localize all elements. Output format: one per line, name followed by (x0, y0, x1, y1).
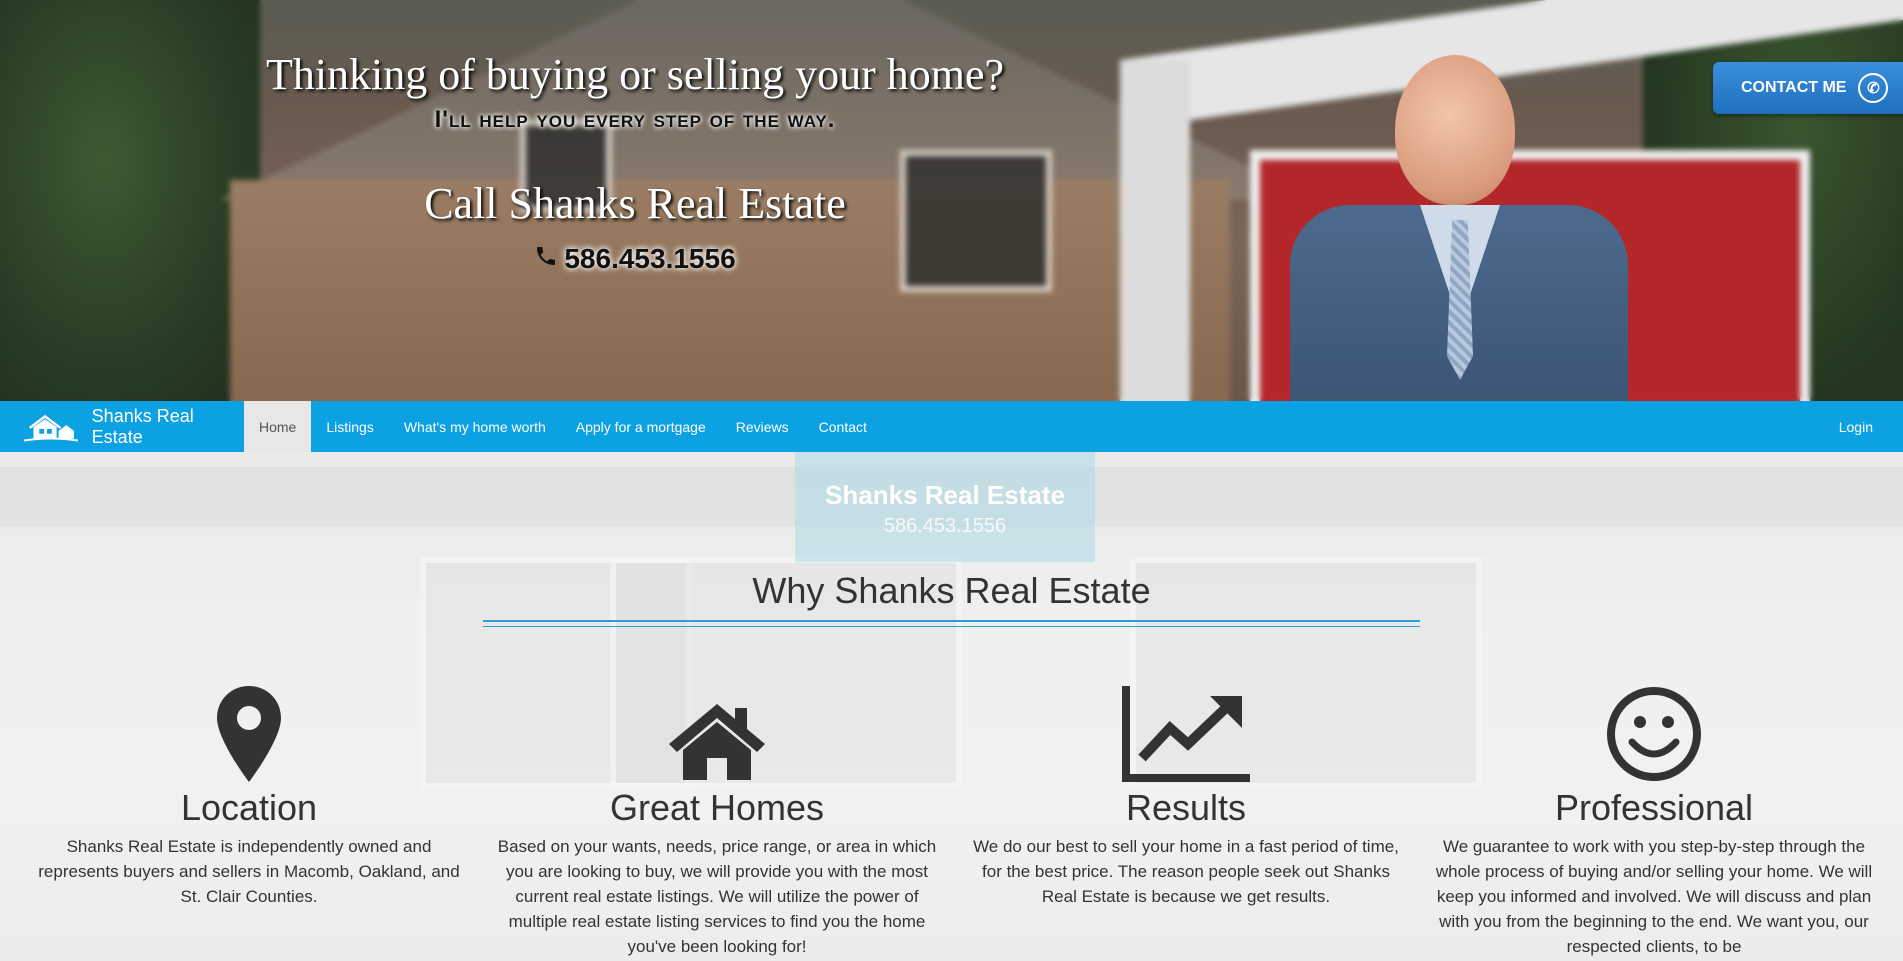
hero-headline: Thinking of buying or selling your home? (265, 50, 1005, 99)
nav-item-contact[interactable]: Contact (804, 401, 882, 452)
agent-photo (1290, 55, 1628, 401)
feature-great-homes: Great Homes Based on your wants, needs, … (497, 682, 937, 959)
section-title: Why Shanks Real Estate (752, 570, 1151, 611)
map-marker-icon (29, 682, 469, 782)
feature-text: We do our best to sell your home in a fa… (973, 837, 1399, 906)
smile-icon (1434, 682, 1874, 782)
house-logo-icon (23, 414, 78, 441)
home-icon (497, 682, 937, 782)
hero-text-block: Thinking of buying or selling your home?… (250, 48, 1020, 275)
contact-me-button[interactable]: CONTACT ME ✆ (1713, 62, 1903, 114)
navbar-brand[interactable]: Shanks Real Estate (0, 401, 244, 452)
nav-item-reviews[interactable]: Reviews (721, 401, 804, 452)
feature-text: We guarantee to work with you step-by-st… (1435, 837, 1873, 956)
why-section: Shanks Real Estate 586.453.1556 Why Shan… (0, 452, 1903, 961)
watermark-phone: 586.453.1556 (883, 515, 1007, 537)
hero-subheadline: I'll help you every step of the way. (434, 106, 836, 133)
feature-title: Professional (1554, 787, 1754, 828)
feature-results: Results We do our best to sell your home… (966, 682, 1406, 909)
contact-me-label: CONTACT ME (1741, 79, 1847, 96)
hero-phone[interactable]: 586.453.1556 (250, 243, 1020, 275)
feature-location: Location Shanks Real Estate is independe… (29, 682, 469, 909)
feature-professional: Professional We guarantee to work with y… (1434, 682, 1874, 959)
watermark-logo: Shanks Real Estate 586.453.1556 (795, 452, 1095, 562)
feature-title: Results (1125, 787, 1247, 828)
hero-banner: Thinking of buying or selling your home?… (0, 0, 1903, 401)
nav-item-home-worth[interactable]: What's my home worth (389, 401, 561, 452)
nav-item-home[interactable]: Home (244, 401, 312, 452)
feature-text: Based on your wants, needs, price range,… (497, 837, 937, 956)
navbar-brand-name: Shanks Real Estate (91, 405, 194, 447)
line-chart-icon (966, 682, 1406, 782)
feature-title: Location (180, 787, 318, 828)
phone-icon (534, 243, 558, 275)
nav-item-mortgage[interactable]: Apply for a mortgage (561, 401, 721, 452)
watermark-title: Shanks Real Estate (825, 480, 1065, 510)
title-divider (483, 620, 1420, 627)
nav-item-login[interactable]: Login (1824, 401, 1903, 452)
feature-title: Great Homes (609, 787, 825, 828)
hero-call-line: Call Shanks Real Estate (424, 179, 846, 228)
nav-item-listings[interactable]: Listings (311, 401, 388, 452)
feature-text: Shanks Real Estate is independently owne… (38, 837, 460, 906)
main-navbar: Shanks Real Estate Home Listings What's … (0, 401, 1903, 452)
phone-icon: ✆ (1858, 73, 1889, 103)
hero-phone-number: 586.453.1556 (564, 243, 736, 274)
